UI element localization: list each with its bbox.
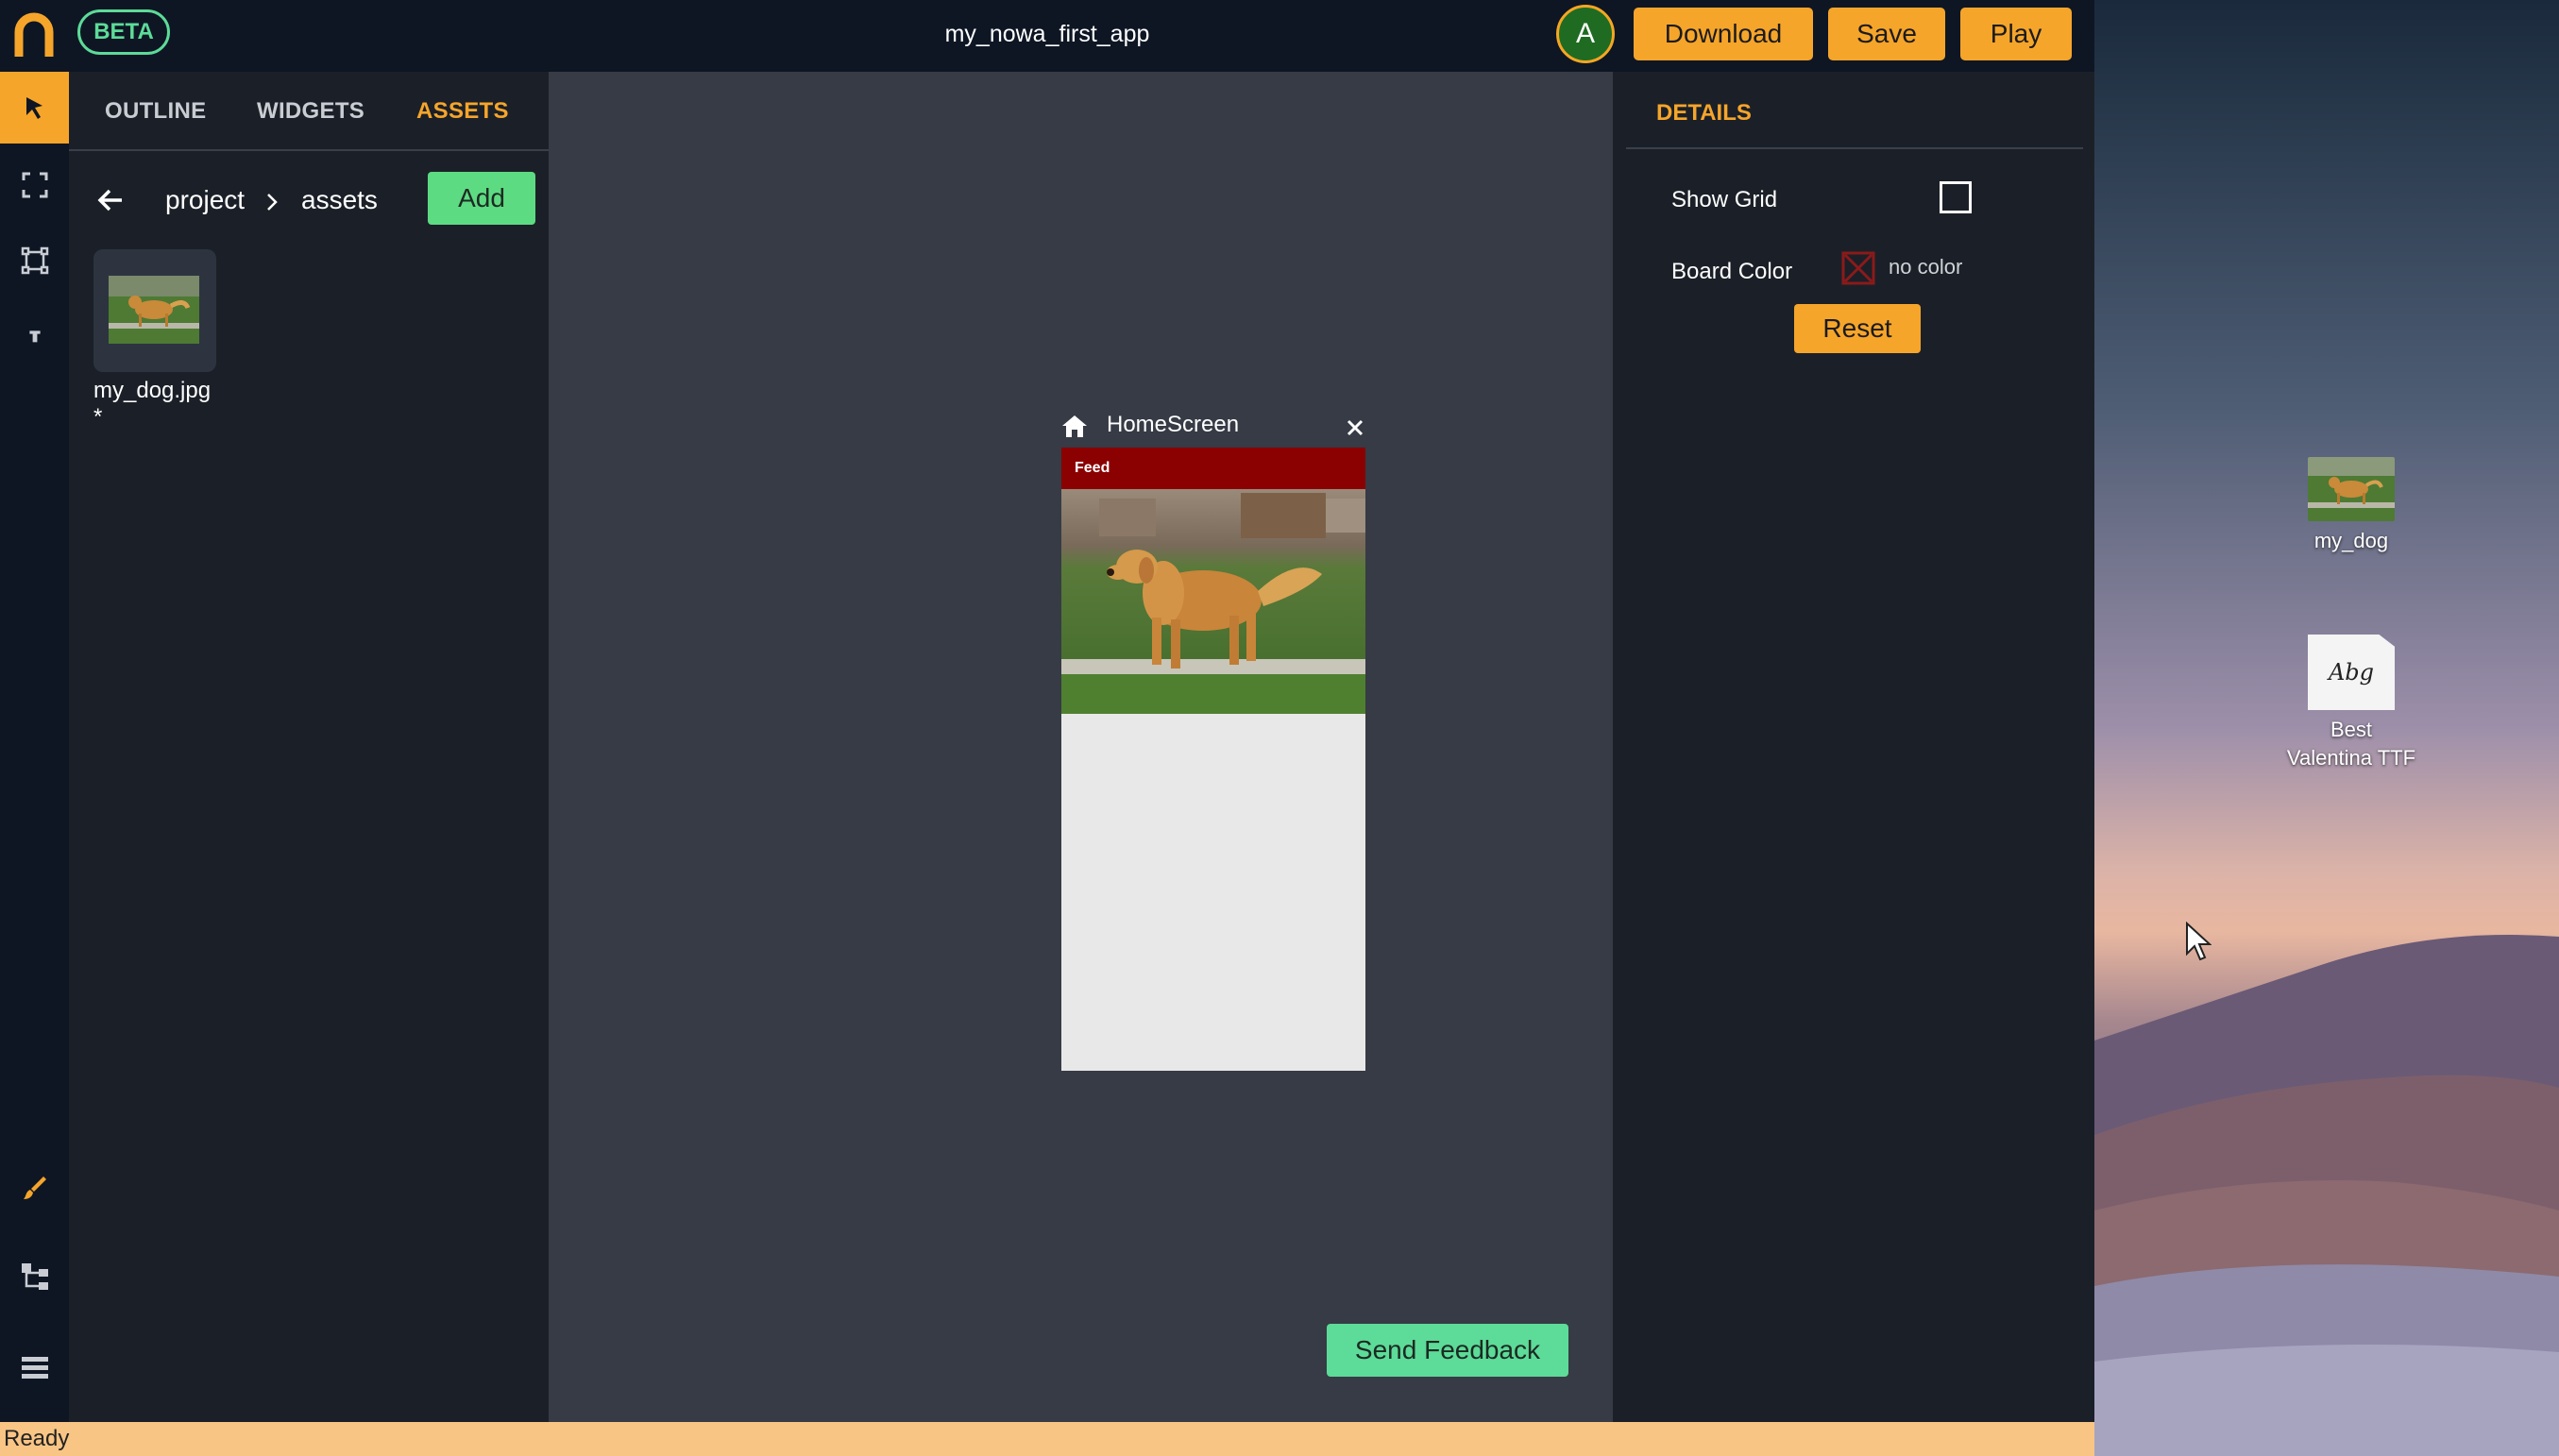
frame-icon bbox=[22, 172, 47, 198]
mountain-landscape bbox=[2094, 935, 2559, 1456]
desktop-icon-my-dog[interactable]: my_dog bbox=[2257, 457, 2446, 555]
phone-preview[interactable]: Feed bbox=[1061, 448, 1365, 1071]
details-divider bbox=[1626, 147, 2083, 149]
dog-thumbnail-image bbox=[109, 276, 199, 344]
tree-tool[interactable] bbox=[0, 1241, 69, 1312]
chevron-right-icon bbox=[267, 194, 278, 211]
nowa-logo-icon[interactable] bbox=[13, 11, 55, 60]
details-title: DETAILS bbox=[1656, 100, 1752, 126]
status-bar: Ready bbox=[0, 1422, 2094, 1456]
tab-widgets[interactable]: WIDGETS bbox=[257, 98, 364, 125]
tab-assets[interactable]: ASSETS bbox=[416, 98, 509, 125]
no-color-swatch-icon[interactable] bbox=[1841, 251, 1875, 285]
send-feedback-button[interactable]: Send Feedback bbox=[1327, 1324, 1568, 1377]
rectangle-icon bbox=[21, 246, 48, 275]
save-button[interactable]: Save bbox=[1828, 8, 1945, 60]
font-file-icon: Abg bbox=[2308, 635, 2395, 710]
frame-tool[interactable] bbox=[0, 149, 69, 221]
reset-button[interactable]: Reset bbox=[1794, 304, 1921, 353]
left-panel: OUTLINE WIDGETS ASSETS project assets Ad… bbox=[69, 72, 549, 1422]
mouse-cursor-icon bbox=[2186, 922, 2212, 961]
breadcrumb-assets[interactable]: assets bbox=[301, 185, 378, 215]
dog-image[interactable] bbox=[1061, 489, 1365, 714]
user-avatar[interactable]: A bbox=[1556, 5, 1615, 63]
asset-thumbnail[interactable] bbox=[93, 249, 216, 372]
home-icon bbox=[1062, 415, 1087, 437]
desktop-icon-label-line1: Best bbox=[2330, 718, 2373, 741]
add-asset-button[interactable]: Add bbox=[428, 172, 535, 225]
pointer-tool[interactable] bbox=[0, 72, 69, 144]
status-text: Ready bbox=[4, 1426, 70, 1451]
tab-outline[interactable]: OUTLINE bbox=[105, 98, 206, 125]
screen-header[interactable]: HomeScreen bbox=[1061, 410, 1365, 444]
layers-tool[interactable] bbox=[0, 1331, 69, 1403]
text-icon bbox=[28, 330, 41, 343]
download-button[interactable]: Download bbox=[1634, 8, 1813, 60]
details-panel: DETAILS Show Grid Board Color no color R… bbox=[1613, 72, 2094, 1422]
tree-icon bbox=[21, 1263, 48, 1290]
beta-badge: BETA bbox=[77, 9, 170, 55]
show-grid-checkbox[interactable] bbox=[1940, 181, 1972, 213]
panel-tabs: OUTLINE WIDGETS ASSETS bbox=[69, 72, 549, 151]
screen-title: HomeScreen bbox=[1107, 412, 1240, 437]
desktop-icon-font-file[interactable]: Abg Best Valentina TTF bbox=[2257, 635, 2446, 772]
show-grid-label: Show Grid bbox=[1671, 187, 1778, 212]
desktop-icon-label: my_dog bbox=[2313, 529, 2389, 552]
breadcrumb-project[interactable]: project bbox=[165, 185, 245, 215]
back-arrow-icon[interactable] bbox=[93, 183, 127, 217]
board-color-value: no color bbox=[1889, 255, 1963, 279]
asset-unsaved-marker: * bbox=[93, 404, 103, 430]
dog-file-thumbnail bbox=[2308, 457, 2395, 521]
brush-icon bbox=[23, 1177, 46, 1199]
desktop-background: my_dog Abg Best Valentina TTF bbox=[2094, 0, 2559, 1456]
rectangle-tool[interactable] bbox=[0, 225, 69, 296]
top-bar: BETA my_nowa_first_app A Download Save P… bbox=[0, 0, 2094, 72]
layers-icon bbox=[21, 1357, 48, 1379]
play-button[interactable]: Play bbox=[1960, 8, 2072, 60]
board-color-label: Board Color bbox=[1671, 259, 1793, 284]
desktop-icon-label-line2: Valentina TTF bbox=[2286, 746, 2416, 770]
tool-strip bbox=[0, 72, 69, 1422]
style-tool[interactable] bbox=[0, 1152, 69, 1224]
text-tool[interactable] bbox=[0, 300, 69, 372]
asset-filename: my_dog.jpg bbox=[93, 378, 212, 403]
close-icon[interactable] bbox=[1347, 419, 1364, 436]
appbar[interactable]: Feed bbox=[1061, 448, 1365, 489]
app-window: BETA my_nowa_first_app A Download Save P… bbox=[0, 0, 2094, 1456]
asset-name-label: my_dog.jpg * bbox=[93, 378, 263, 431]
pointer-icon bbox=[25, 97, 42, 119]
